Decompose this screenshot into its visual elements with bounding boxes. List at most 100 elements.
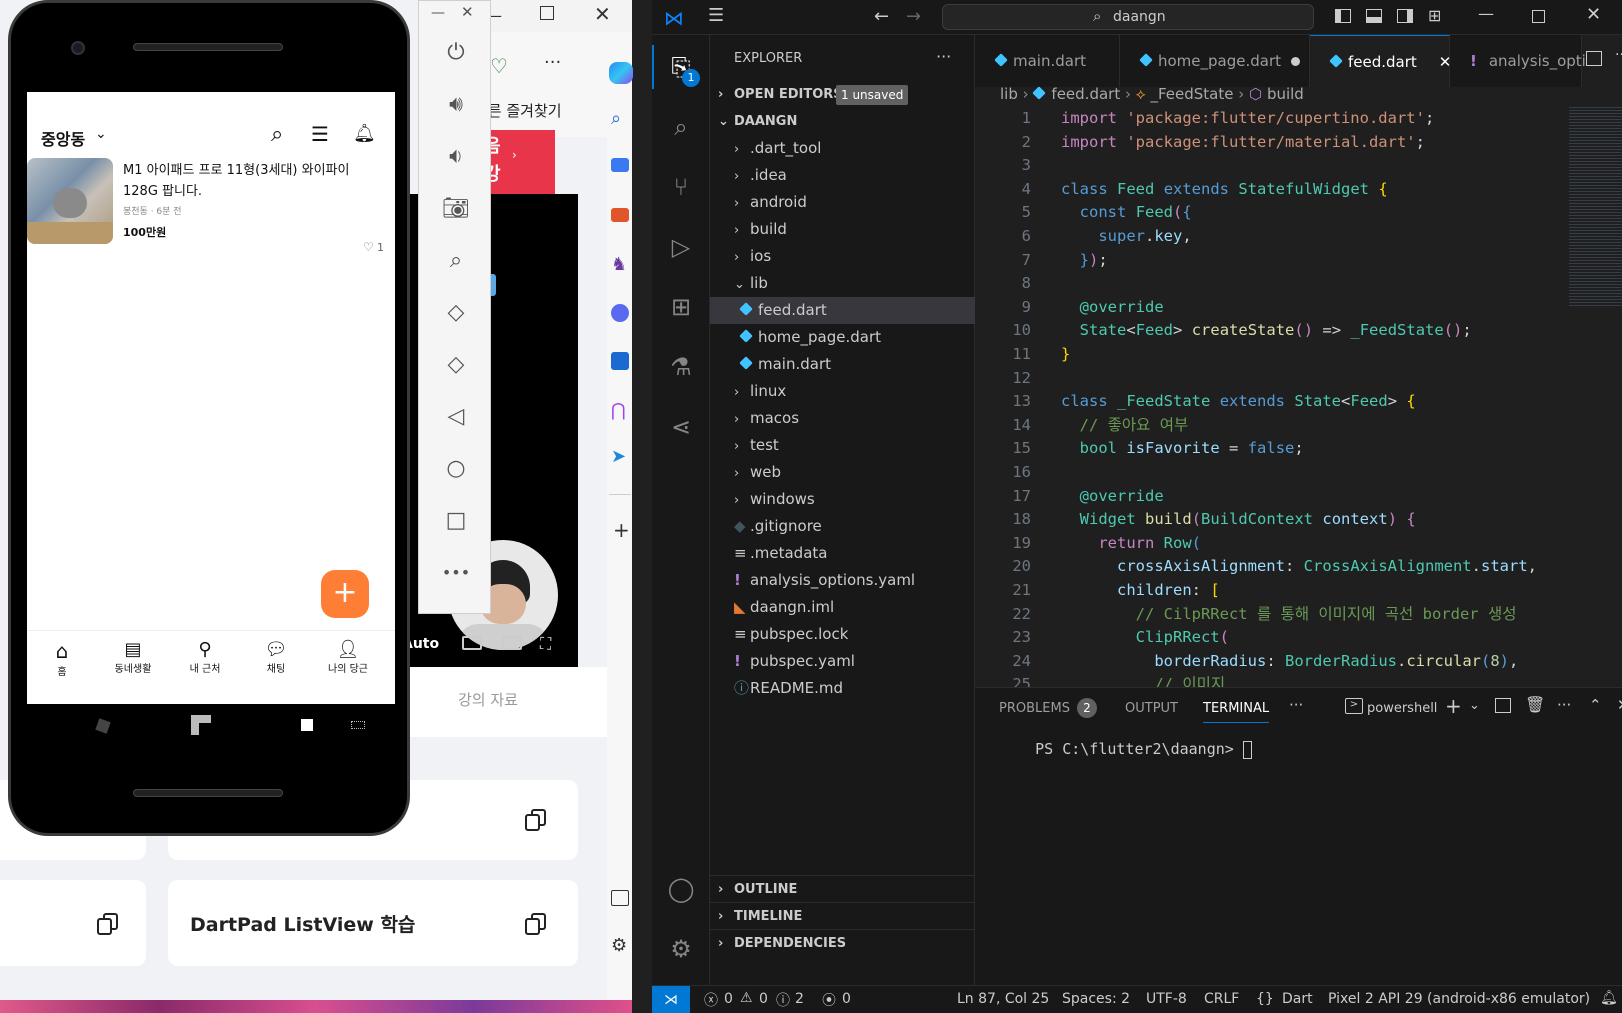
copy-icon[interactable]: [96, 912, 120, 936]
unsaved-dot-icon[interactable]: [1291, 57, 1301, 66]
tree-item[interactable]: ⓘREADME.md: [710, 675, 975, 702]
outline-section[interactable]: › OUTLINE: [710, 875, 975, 902]
close-icon[interactable]: ✕: [1586, 4, 1601, 25]
run-debug-icon[interactable]: ▷: [665, 231, 697, 263]
magnet-icon[interactable]: ⋂: [611, 400, 626, 421]
manage-gear-icon[interactable]: ⚙: [665, 933, 697, 965]
editor-more-icon[interactable]: ···: [1615, 47, 1622, 63]
warning-icon[interactable]: ⚠: [740, 990, 753, 1006]
error-icon[interactable]: ⓧ: [704, 990, 718, 1010]
new-terminal-icon[interactable]: +: [1445, 694, 1462, 718]
nav-chat[interactable]: 💬︎ 채팅: [246, 639, 306, 675]
project-root[interactable]: ⌄ DAANGN: [710, 108, 975, 135]
tab-analysis-options[interactable]: ! analysis_opti: [1450, 35, 1586, 87]
keyboard-icon[interactable]: [351, 721, 365, 729]
toggle-secondary-sidebar-icon[interactable]: [1397, 9, 1413, 23]
volume-down-icon[interactable]: 🔉︎: [441, 141, 471, 171]
tree-item[interactable]: › .idea: [710, 162, 975, 189]
tree-item[interactable]: ! analysis_options.yaml: [710, 567, 975, 594]
settings-icon[interactable]: ⚙: [611, 935, 627, 956]
tree-item[interactable]: home_page.dart: [710, 324, 975, 351]
tree-item[interactable]: › linux: [710, 378, 975, 405]
send-icon[interactable]: ➤: [611, 446, 626, 467]
copy-icon[interactable]: [524, 808, 548, 832]
copilot-icon[interactable]: [609, 62, 633, 84]
trash-icon[interactable]: 🗑︎: [1525, 695, 1545, 714]
encoding[interactable]: UTF-8: [1146, 991, 1187, 1007]
camera-icon[interactable]: 📷︎: [441, 193, 471, 223]
timeline-section[interactable]: › TIMELINE: [710, 902, 975, 929]
tree-item[interactable]: › windows: [710, 486, 975, 513]
minimize-icon[interactable]: —: [431, 5, 445, 21]
recents-icon[interactable]: [301, 719, 313, 731]
outlook-icon[interactable]: [611, 352, 629, 370]
toggle-panel-icon[interactable]: [1366, 9, 1382, 23]
code-editor[interactable]: 1 import 'package:flutter/cupertino.dart'…: [975, 107, 1565, 687]
open-editors-section[interactable]: › OPEN EDITORS 1 unsaved: [710, 81, 975, 108]
extensions-icon[interactable]: ⊞: [665, 291, 697, 323]
nav-neighborhood[interactable]: ▤ 동네생활: [103, 639, 163, 675]
tree-item[interactable]: ◆ .gitignore: [710, 513, 975, 540]
language-mode[interactable]: Dart: [1282, 991, 1313, 1007]
material-card[interactable]: DartPad ListView 학습: [168, 880, 578, 966]
split-editor-icon[interactable]: [1586, 51, 1602, 66]
captions-icon[interactable]: [462, 636, 482, 650]
explorer-more-icon[interactable]: ···: [936, 47, 951, 66]
forward-arrow-icon[interactable]: →: [906, 6, 921, 27]
tree-item[interactable]: feed.dart: [710, 297, 975, 324]
maximize-icon[interactable]: [1532, 10, 1545, 23]
tab-terminal[interactable]: TERMINAL: [1203, 701, 1270, 723]
toggle-sidebar-icon[interactable]: [1335, 9, 1351, 23]
add-item-fab[interactable]: +: [321, 570, 369, 618]
sidebar-toggle-icon[interactable]: [611, 890, 629, 906]
back-arrow-icon[interactable]: ←: [874, 6, 889, 27]
material-card[interactable]: [0, 880, 146, 966]
toolbox-icon[interactable]: [611, 208, 629, 222]
nav-home[interactable]: ⌂ 홈: [32, 639, 92, 678]
zoom-icon[interactable]: ⌕: [441, 245, 471, 275]
split-terminal-icon[interactable]: [1495, 698, 1511, 713]
tree-item[interactable]: › macos: [710, 405, 975, 432]
maximize-icon[interactable]: [540, 6, 554, 20]
feed-item[interactable]: M1 아이패드 프로 11형(3세대) 와이파이 128G 팝니다. 봉천동 ·…: [27, 158, 395, 254]
nav-nearby[interactable]: ⚲ 내 근처: [175, 639, 235, 675]
tree-item[interactable]: › ios: [710, 243, 975, 270]
info-icon[interactable]: ⓘ: [776, 990, 790, 1010]
terminal-shell-label[interactable]: powershell: [1367, 701, 1437, 716]
volume-up-icon[interactable]: 🔊︎: [441, 89, 471, 119]
panel-overflow-icon[interactable]: ···: [1557, 696, 1571, 714]
terminal-output[interactable]: PS C:\flutter2\daangn>: [999, 722, 1252, 777]
notification-bell-icon[interactable]: 🔔︎: [353, 123, 376, 144]
fullscreen-icon[interactable]: ⛶: [540, 634, 551, 654]
search-icon[interactable]: ⌕: [611, 108, 621, 129]
tree-item[interactable]: › .dart_tool: [710, 135, 975, 162]
chevron-down-icon[interactable]: ⌄: [95, 126, 107, 142]
more-icon[interactable]: •••: [441, 557, 471, 587]
search-icon[interactable]: ⌕: [271, 122, 283, 147]
tab-output[interactable]: OUTPUT: [1125, 701, 1178, 716]
tree-item[interactable]: › build: [710, 216, 975, 243]
tree-item[interactable]: › test: [710, 432, 975, 459]
chess-icon[interactable]: ♞: [611, 254, 627, 275]
tree-item[interactable]: › android: [710, 189, 975, 216]
menu-icon[interactable]: ☰: [708, 5, 724, 26]
close-icon[interactable]: ✕: [594, 2, 611, 26]
heart-icon[interactable]: ♡: [363, 240, 374, 254]
search-icon[interactable]: ⌕: [665, 111, 697, 143]
indentation[interactable]: Spaces: 2: [1062, 991, 1130, 1007]
browser-essentials-icon[interactable]: ♡: [490, 54, 508, 78]
breadcrumb-item[interactable]: build: [1267, 85, 1304, 103]
panel-more-icon[interactable]: ···: [1289, 696, 1303, 714]
chevron-down-icon[interactable]: ⌄: [1469, 698, 1480, 713]
android-back-icon[interactable]: [95, 718, 111, 734]
tab-home-page-dart[interactable]: home_page.dart: [1120, 35, 1310, 87]
notifications-bell-icon[interactable]: 🔔︎: [1600, 990, 1618, 1006]
copy-icon[interactable]: [524, 912, 548, 936]
tab-problems[interactable]: PROBLEMS: [999, 701, 1070, 716]
course-materials-tab[interactable]: 강의 자료: [458, 689, 518, 710]
tree-item[interactable]: main.dart: [710, 351, 975, 378]
back-icon[interactable]: ◁: [441, 401, 471, 431]
add-icon[interactable]: +: [613, 518, 630, 542]
cursor-position[interactable]: Ln 87, Col 25: [957, 991, 1049, 1007]
tab-feed-dart[interactable]: feed.dart ✕: [1310, 35, 1451, 87]
